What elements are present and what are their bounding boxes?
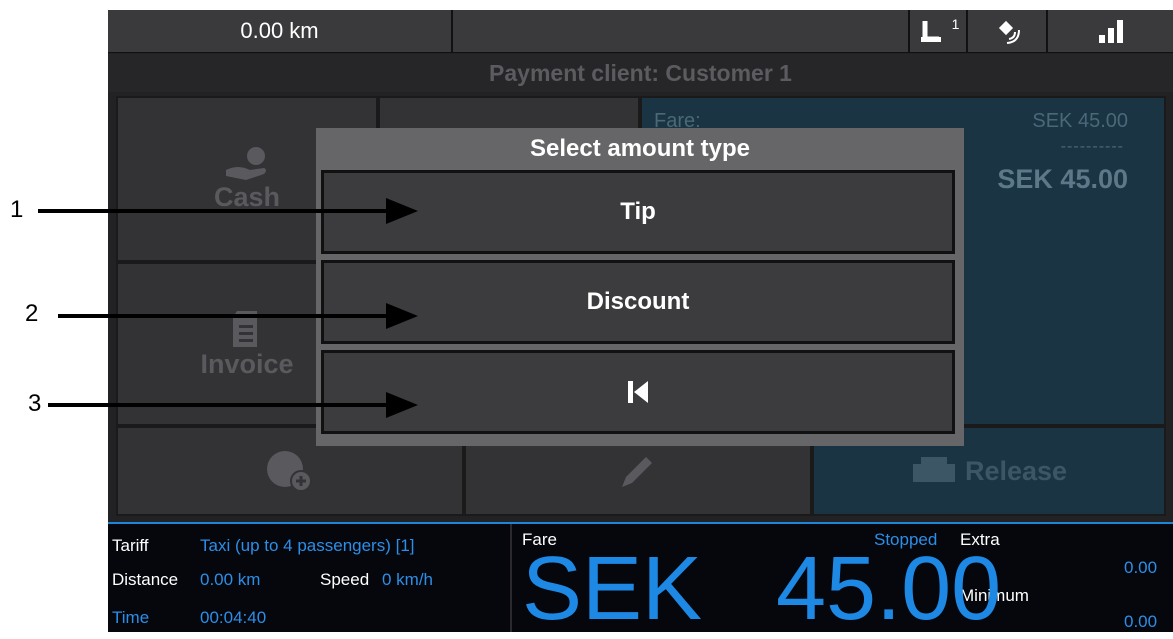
callout-arrows: [38, 198, 418, 418]
callout-arrow-3: [48, 392, 418, 418]
callout-arrow-2: [58, 303, 418, 329]
callout-arrow-1: [38, 198, 418, 224]
